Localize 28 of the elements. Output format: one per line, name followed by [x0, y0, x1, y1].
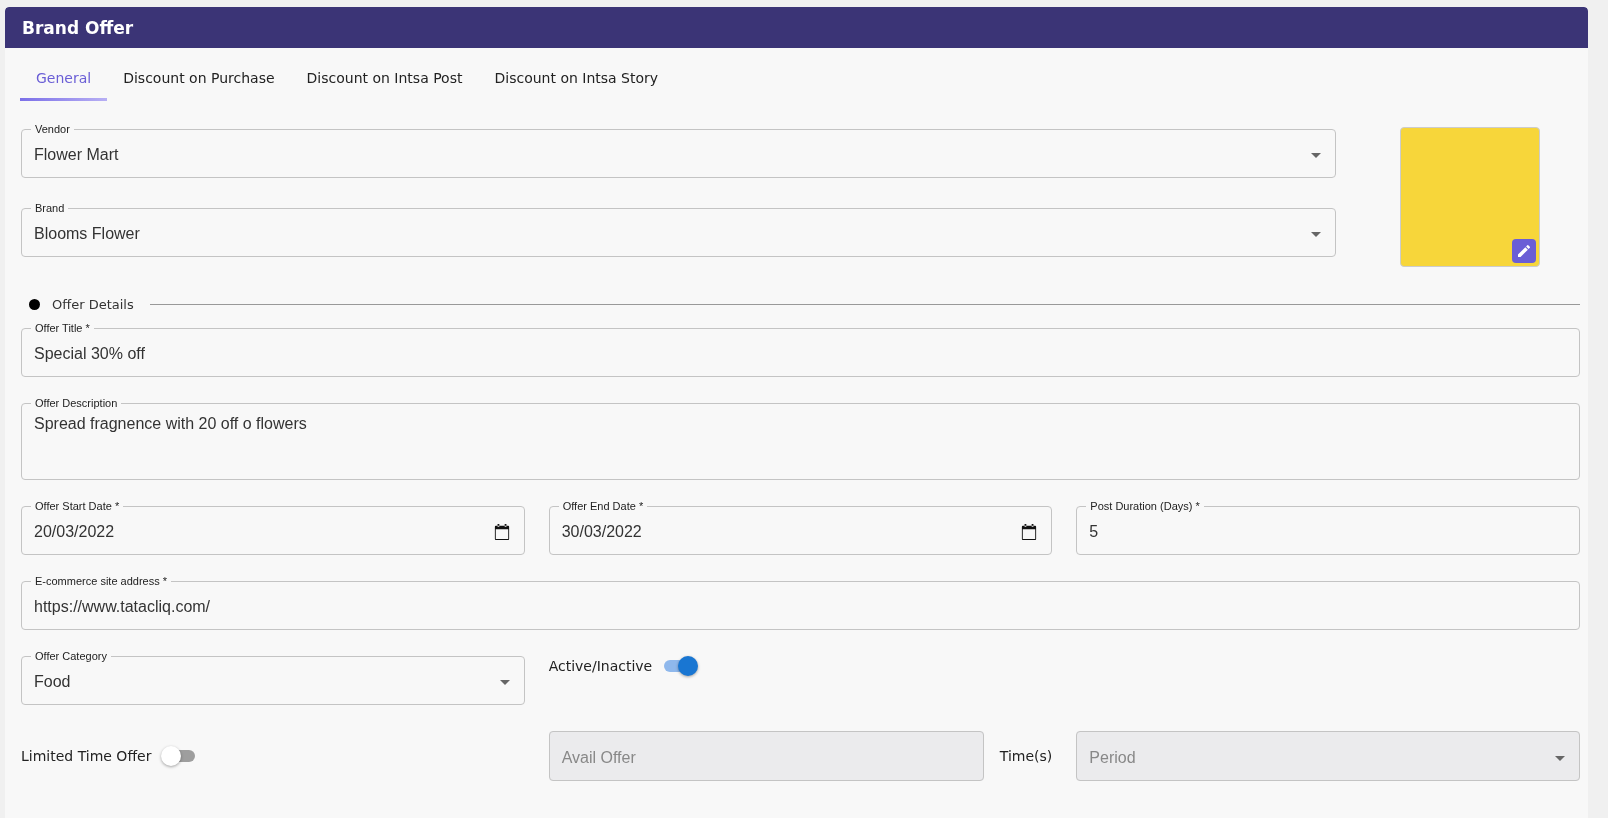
pencil-icon: [1516, 243, 1532, 259]
date-field[interactable]: Offer Start Date * 20/03/2022: [21, 500, 525, 555]
dropdown-caret-icon: [499, 679, 510, 685]
dropdown-caret-icon: [1311, 231, 1321, 237]
section-title: Offer Details: [52, 297, 134, 312]
dropdown-caret-icon: [1555, 755, 1565, 761]
toggle-label: Active/Inactive: [548, 658, 653, 674]
toggle-label: Limited Time Offer: [21, 748, 152, 764]
calendar-icon[interactable]: [493, 523, 510, 541]
calendar-icon[interactable]: [1021, 523, 1038, 541]
tab[interactable]: General: [20, 62, 108, 101]
brand-select[interactable]: Brand Blooms Flower: [21, 202, 1336, 257]
tab[interactable]: Discount on Intsa Story: [478, 62, 675, 101]
edit-image-button[interactable]: [1512, 239, 1536, 263]
active-switch[interactable]: [662, 656, 699, 676]
times-label: Time(s): [999, 748, 1053, 764]
category-select[interactable]: Offer Category Food: [21, 650, 525, 705]
url-field[interactable]: E-commerce site address * https://www.tatacliq.com/: [21, 575, 1580, 630]
tab[interactable]: Discount on Intsa Post: [290, 62, 479, 101]
duration-field[interactable]: Post Duration (Days) * 5: [1076, 500, 1580, 555]
vendor-select[interactable]: Vendor Flower Mart: [21, 123, 1336, 178]
tab[interactable]: Discount on Purchase: [107, 62, 291, 101]
offer-title-field[interactable]: Offer Title * Special 30% off: [21, 322, 1580, 377]
bullet-dot: [29, 299, 40, 310]
page-title-bar: Brand Offer: [5, 7, 1588, 48]
offer-description-field[interactable]: Offer Description Spread fragnence with 20 off o flowers: [21, 397, 1580, 480]
date-field[interactable]: Offer End Date * 30/03/2022: [548, 500, 1053, 555]
dropdown-caret-icon: [1311, 152, 1321, 158]
